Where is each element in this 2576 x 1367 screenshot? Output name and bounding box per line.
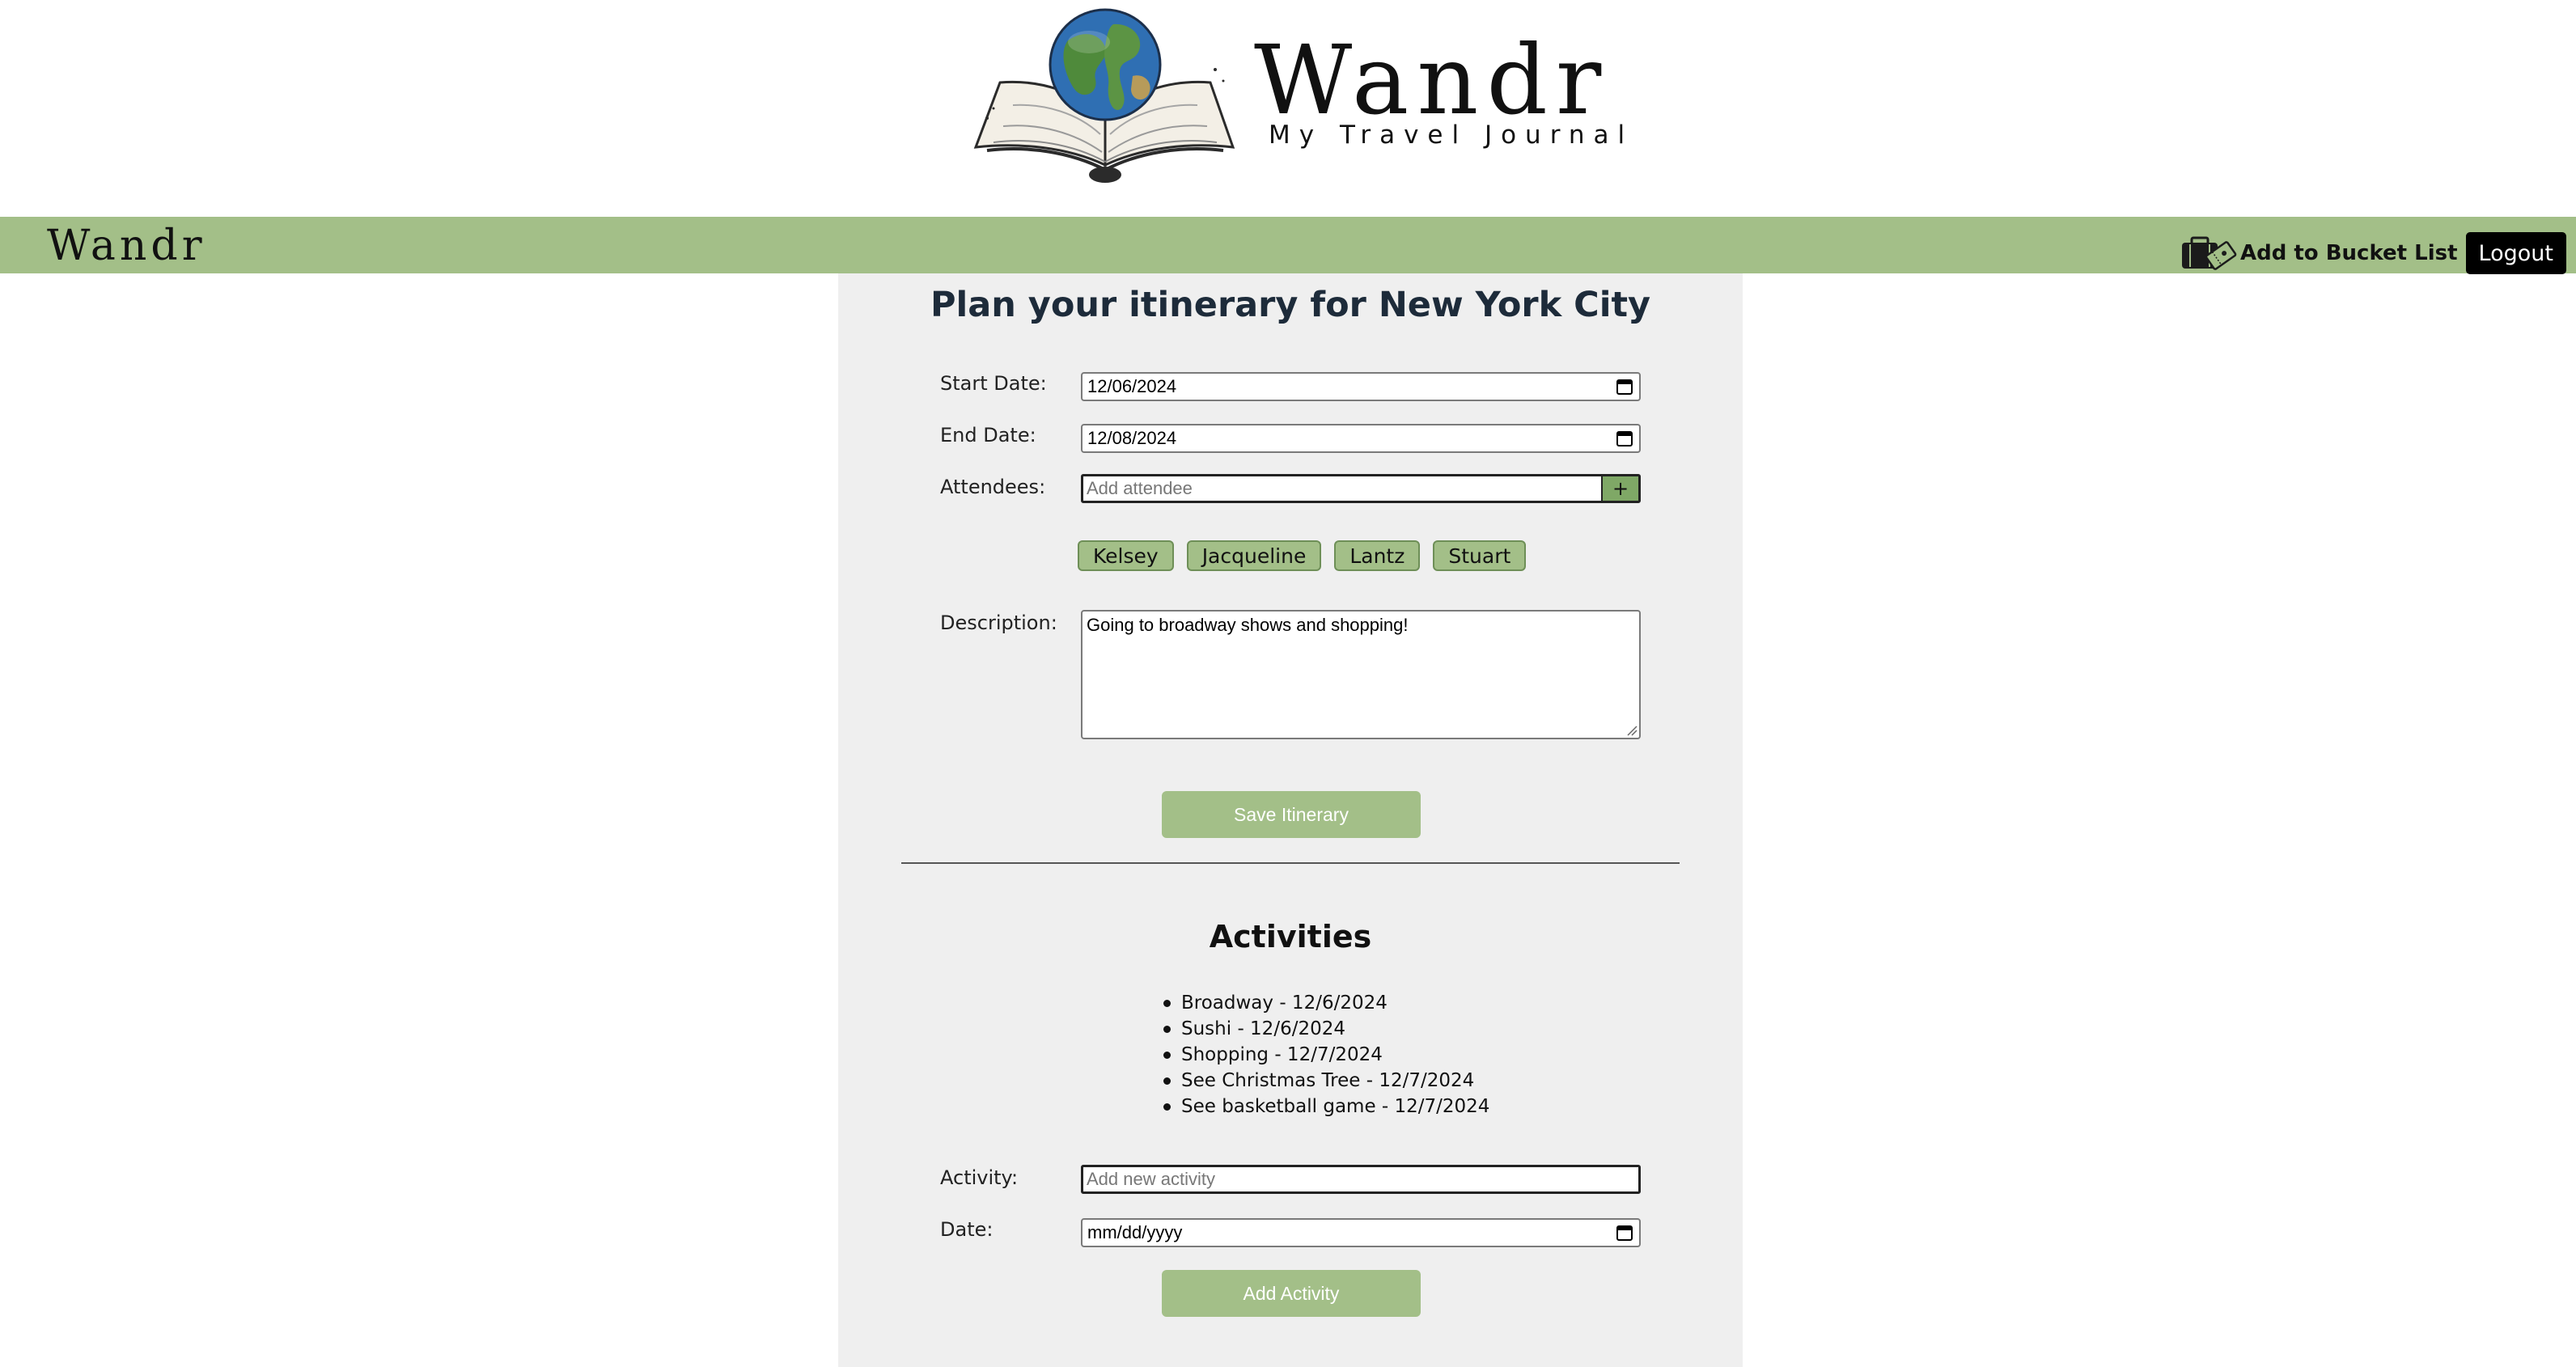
nav-brand-link[interactable]: Wandr	[47, 225, 206, 267]
add-to-bucket-list-label: Add to Bucket List	[2239, 241, 2458, 265]
activity-date-placeholder: mm/dd/yyyy	[1087, 1222, 1183, 1242]
start-date-label: Start Date:	[940, 372, 1047, 395]
attendee-input[interactable]: Add attendee +	[1081, 474, 1641, 503]
end-date-input[interactable]: 12/08/2024	[1081, 424, 1641, 453]
save-itinerary-button[interactable]: Save Itinerary	[1162, 791, 1421, 838]
logo-banner: Wandr My Travel Journal	[0, 0, 2576, 217]
activity-item: See basketball game - 12/7/2024	[1162, 1094, 1489, 1119]
suitcase-ticket-icon	[2181, 236, 2237, 270]
attendee-chip[interactable]: Kelsey	[1078, 540, 1174, 571]
activity-list: Broadway - 12/6/2024 Sushi - 12/6/2024 S…	[1162, 990, 1489, 1119]
navbar: Wandr Add to Bucket List Logout	[0, 217, 2576, 275]
itinerary-panel: Plan your itinerary for New York City St…	[838, 273, 1743, 1367]
description-label: Description:	[940, 612, 1057, 634]
add-to-bucket-list-link[interactable]: Add to Bucket List	[2179, 235, 2458, 272]
end-date-value: 12/08/2024	[1087, 428, 1177, 448]
nav-actions: Add to Bucket List Logout	[2179, 231, 2566, 275]
attendee-placeholder: Add attendee	[1087, 478, 1193, 498]
activity-item: Sushi - 12/6/2024	[1162, 1016, 1489, 1042]
logo-tagline: My Travel Journal	[1269, 121, 1634, 150]
logout-button[interactable]: Logout	[2465, 232, 2566, 274]
activities-title: Activities	[1209, 919, 1372, 954]
activity-date-input[interactable]: mm/dd/yyyy	[1081, 1218, 1641, 1247]
activity-label: Activity:	[940, 1166, 1019, 1189]
logo-wordmark: Wandr	[1254, 24, 1610, 136]
activity-item: See Christmas Tree - 12/7/2024	[1162, 1068, 1489, 1094]
attendee-chips: Kelsey Jacqueline Lantz Stuart	[1078, 540, 1527, 571]
start-date-value: 12/06/2024	[1087, 376, 1177, 396]
attendee-chip[interactable]: Lantz	[1334, 540, 1421, 571]
globe-book-logo-icon	[973, 8, 1235, 183]
description-textarea[interactable]: Going to broadway shows and shopping!	[1081, 610, 1641, 739]
attendee-chip[interactable]: Jacqueline	[1186, 540, 1322, 571]
add-activity-button[interactable]: Add Activity	[1162, 1270, 1421, 1317]
attendees-label: Attendees:	[940, 476, 1046, 498]
section-divider	[901, 862, 1680, 864]
calendar-icon[interactable]	[1615, 1223, 1634, 1242]
start-date-input[interactable]: 12/06/2024	[1081, 372, 1641, 401]
activity-item: Shopping - 12/7/2024	[1162, 1042, 1489, 1068]
calendar-icon[interactable]	[1615, 429, 1634, 448]
activity-item: Broadway - 12/6/2024	[1162, 990, 1489, 1016]
add-attendee-button[interactable]: +	[1601, 476, 1638, 501]
attendee-chip[interactable]: Stuart	[1433, 540, 1527, 571]
activity-placeholder: Add new activity	[1087, 1169, 1215, 1189]
description-value: Going to broadway shows and shopping!	[1087, 615, 1409, 635]
end-date-label: End Date:	[940, 424, 1036, 446]
activity-date-label: Date:	[940, 1218, 994, 1241]
resize-grip-icon[interactable]	[1626, 725, 1638, 736]
activity-input[interactable]: Add new activity	[1081, 1165, 1641, 1194]
calendar-icon[interactable]	[1615, 377, 1634, 396]
page-title: Plan your itinerary for New York City	[930, 285, 1651, 325]
